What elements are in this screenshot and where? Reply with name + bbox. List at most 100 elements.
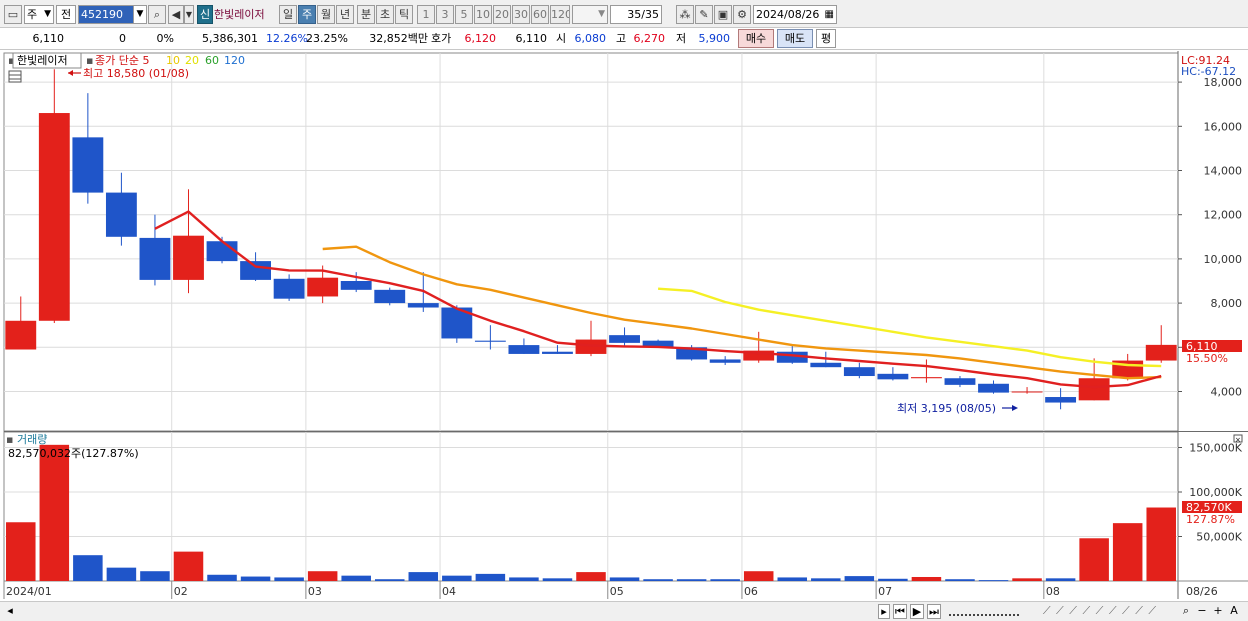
quote-low: 5,900 xyxy=(698,32,731,45)
tab-day[interactable]: 일 xyxy=(279,5,297,24)
candle-body xyxy=(307,277,339,297)
hoga-label: 호가 xyxy=(431,32,452,45)
candle-body xyxy=(105,192,137,237)
legend-ma60: 60 xyxy=(205,54,219,67)
candle-body xyxy=(340,281,372,290)
mult-10[interactable]: 10 xyxy=(474,5,492,24)
mult-30[interactable]: 30 xyxy=(512,5,530,24)
code-dropdown-icon[interactable]: ▼ xyxy=(133,5,147,24)
last-page-icon[interactable]: ⏭ xyxy=(927,604,941,619)
quote-change: 0 xyxy=(119,32,126,45)
pen-icon[interactable]: ✎ xyxy=(695,5,713,24)
volume-bar xyxy=(978,580,1009,582)
candle-body xyxy=(206,241,238,262)
tab-week[interactable]: 주 xyxy=(298,5,316,24)
candle-body xyxy=(978,383,1009,393)
window-icon[interactable]: ▭ xyxy=(4,5,22,24)
candle-body xyxy=(1145,344,1177,361)
tab-second[interactable]: 초 xyxy=(376,5,394,24)
quote-open: 6,080 xyxy=(574,32,607,45)
candle-body xyxy=(843,367,875,377)
quote-turnover: 12.26% xyxy=(266,32,308,45)
gear-icon[interactable]: ⚙ xyxy=(733,5,751,24)
volume-bar xyxy=(844,576,875,581)
sell-button[interactable]: 매도 xyxy=(777,29,813,48)
tab-year[interactable]: 년 xyxy=(336,5,354,24)
draw-tools-icon[interactable]: ⟋ ⟋ ⟋ ⟋ ⟋ ⟋ ⟋ ⟋ ⟋ xyxy=(1024,604,1176,619)
pct-badge-text: 15.50% xyxy=(1186,352,1228,365)
zoom-slider[interactable] xyxy=(949,606,1019,616)
candle-body xyxy=(240,261,272,280)
tab-minute[interactable]: 분 xyxy=(357,5,375,24)
candle-body xyxy=(407,303,439,308)
mult-20[interactable]: 20 xyxy=(493,5,511,24)
candle-body xyxy=(609,335,640,343)
candle-body xyxy=(877,373,909,380)
volume-bar xyxy=(878,578,908,581)
buy-button[interactable]: 매수 xyxy=(738,29,774,48)
count-field[interactable]: 35/35 xyxy=(610,5,662,24)
volume-bar xyxy=(576,572,606,581)
volume-bar xyxy=(408,572,439,581)
quote-high: 6,270 xyxy=(633,32,666,45)
hc-readout: HC:-67.12 xyxy=(1181,65,1236,78)
price-tick-label: 18,000 xyxy=(1204,76,1243,89)
period-select[interactable]: 주 ▼ xyxy=(24,5,54,24)
balance-button[interactable]: 평 xyxy=(816,29,836,48)
calendar-icon[interactable]: ▦ xyxy=(825,6,834,23)
volume-bar xyxy=(1045,578,1076,581)
save-icon[interactable]: ▣ xyxy=(714,5,732,24)
scroll-track[interactable] xyxy=(18,605,874,618)
volume-bar xyxy=(475,573,506,581)
scroll-right-icon[interactable]: ▸ xyxy=(878,604,890,619)
mult-120[interactable]: 120 xyxy=(550,5,570,24)
volume-bar xyxy=(374,579,405,581)
search-icon[interactable]: ⌕ xyxy=(148,5,166,24)
candle-body xyxy=(139,237,171,280)
scroll-left-icon[interactable]: ◂ xyxy=(4,604,16,619)
candle-body xyxy=(709,359,741,363)
mult-5[interactable]: 5 xyxy=(455,5,473,24)
stock-name[interactable]: 한빛레이저 xyxy=(213,5,277,24)
mult-3[interactable]: 3 xyxy=(436,5,454,24)
speaker-dropdown-icon[interactable]: ▼ xyxy=(184,5,194,24)
volume-bar xyxy=(1112,523,1143,581)
volume-label: 거래량 xyxy=(17,433,47,446)
speaker-icon[interactable]: ◀ xyxy=(168,5,184,24)
volume-bar xyxy=(710,579,740,581)
period-select-value: 주 xyxy=(27,8,38,21)
volume-bar xyxy=(1079,538,1109,581)
auto-scale-icon[interactable]: A xyxy=(1228,604,1240,619)
volume-bar xyxy=(73,555,103,581)
tool-icon[interactable]: ⁂ xyxy=(676,5,694,24)
high-annotation-text: 최고 18,580 (01/08) xyxy=(83,67,189,80)
zoom-out-icon[interactable]: − xyxy=(1196,604,1208,619)
price-chart[interactable]: 18,00016,00014,00012,00010,0008,0006,000… xyxy=(0,51,1248,601)
code-input[interactable]: 452190 xyxy=(78,5,134,24)
low-label: 저 xyxy=(676,32,687,45)
first-page-icon[interactable]: ⏮ xyxy=(893,604,907,619)
zoom-in-icon[interactable]: + xyxy=(1212,604,1224,619)
zoom-search-icon[interactable]: ⌕ xyxy=(1180,604,1192,619)
high-annotation: 최고 18,580 (01/08) xyxy=(68,67,189,80)
table-icon[interactable] xyxy=(8,70,22,83)
tab-tick[interactable]: 틱 xyxy=(395,5,413,24)
volume-bar xyxy=(1012,578,1042,581)
date-field[interactable]: 2024/08/26 ▦ xyxy=(753,5,837,24)
legend-ma5: 종가 단순 5 xyxy=(95,54,149,67)
mult-60[interactable]: 60 xyxy=(531,5,549,24)
candle-body xyxy=(72,137,104,193)
volume-tick-label: 100,000K xyxy=(1189,486,1242,499)
volume-bar xyxy=(911,576,942,581)
custom-period-input[interactable]: ▼ xyxy=(572,5,608,24)
mult-1[interactable]: 1 xyxy=(417,5,435,24)
volume-bar xyxy=(173,551,204,581)
volume-bar xyxy=(6,522,36,581)
date-value: 2024/08/26 xyxy=(756,8,820,21)
tab-month[interactable]: 월 xyxy=(317,5,335,24)
price-tick-label: 4,000 xyxy=(1211,386,1243,399)
price-tick-label: 14,000 xyxy=(1204,165,1243,178)
prev-button[interactable]: 전 xyxy=(56,5,76,24)
legend-ma-square-icon: ▪ xyxy=(86,54,93,67)
play-icon[interactable]: ▶ xyxy=(910,604,924,619)
